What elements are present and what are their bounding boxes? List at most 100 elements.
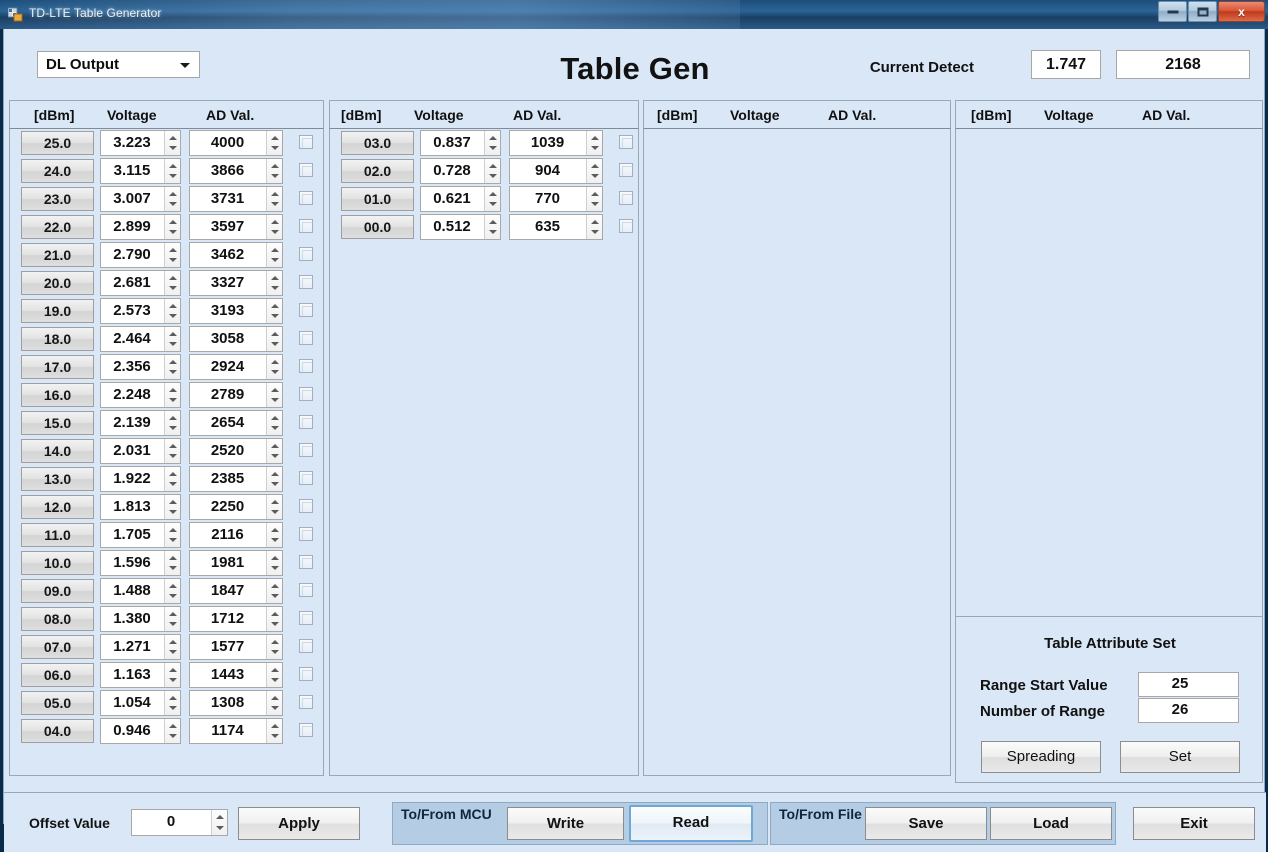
ad-value-spin-buttons[interactable]: [266, 663, 282, 687]
ad-value-spin-buttons[interactable]: [266, 495, 282, 519]
voltage-value[interactable]: 0.512: [421, 215, 483, 239]
write-button[interactable]: Write: [507, 807, 624, 840]
voltage-spin-buttons[interactable]: [484, 215, 500, 239]
row-checkbox[interactable]: [299, 219, 313, 233]
voltage-spin-buttons[interactable]: [484, 187, 500, 211]
ad-value-spin-buttons[interactable]: [266, 579, 282, 603]
spin-down-icon[interactable]: [489, 174, 497, 178]
offset-spin-buttons[interactable]: [211, 810, 227, 835]
voltage-spin-buttons[interactable]: [164, 579, 180, 603]
dbm-button[interactable]: 18.0: [21, 327, 94, 351]
dbm-button[interactable]: 07.0: [21, 635, 94, 659]
voltage-value[interactable]: 2.248: [101, 383, 163, 407]
spin-down-icon[interactable]: [271, 594, 279, 598]
voltage-stepper[interactable]: 1.705: [100, 522, 181, 548]
spin-up-icon[interactable]: [271, 556, 279, 560]
spin-down-icon[interactable]: [271, 230, 279, 234]
spin-down-icon[interactable]: [169, 146, 177, 150]
dbm-button[interactable]: 20.0: [21, 271, 94, 295]
spin-down-icon[interactable]: [271, 146, 279, 150]
voltage-spin-buttons[interactable]: [164, 187, 180, 211]
ad-value-stepper[interactable]: 2789: [189, 382, 283, 408]
ad-value-spin-buttons[interactable]: [266, 243, 282, 267]
row-checkbox[interactable]: [299, 667, 313, 681]
row-checkbox[interactable]: [299, 303, 313, 317]
spin-down-icon[interactable]: [271, 482, 279, 486]
ad-value-value[interactable]: 1577: [190, 635, 265, 659]
ad-value-value[interactable]: 635: [510, 215, 585, 239]
dbm-button[interactable]: 21.0: [21, 243, 94, 267]
spin-down-icon[interactable]: [169, 678, 177, 682]
voltage-stepper[interactable]: 2.899: [100, 214, 181, 240]
voltage-spin-buttons[interactable]: [164, 299, 180, 323]
dbm-button[interactable]: 11.0: [21, 523, 94, 547]
spin-down-icon[interactable]: [169, 342, 177, 346]
spin-down-icon[interactable]: [271, 734, 279, 738]
voltage-value[interactable]: 1.380: [101, 607, 163, 631]
spin-down-icon[interactable]: [271, 174, 279, 178]
voltage-stepper[interactable]: 3.223: [100, 130, 181, 156]
spin-up-icon[interactable]: [169, 444, 177, 448]
voltage-stepper[interactable]: 1.054: [100, 690, 181, 716]
ad-value-spin-buttons[interactable]: [266, 635, 282, 659]
dbm-button[interactable]: 00.0: [341, 215, 414, 239]
voltage-stepper[interactable]: 0.837: [420, 130, 501, 156]
voltage-stepper[interactable]: 3.115: [100, 158, 181, 184]
voltage-value[interactable]: 2.356: [101, 355, 163, 379]
dbm-button[interactable]: 12.0: [21, 495, 94, 519]
voltage-spin-buttons[interactable]: [164, 635, 180, 659]
ad-value-value[interactable]: 2654: [190, 411, 265, 435]
ad-value-spin-buttons[interactable]: [266, 187, 282, 211]
row-checkbox[interactable]: [299, 387, 313, 401]
offset-value-field[interactable]: 0: [132, 810, 210, 835]
ad-value-stepper[interactable]: 3058: [189, 326, 283, 352]
spin-up-icon[interactable]: [169, 416, 177, 420]
voltage-stepper[interactable]: 0.512: [420, 214, 501, 240]
ad-value-stepper[interactable]: 1712: [189, 606, 283, 632]
voltage-spin-buttons[interactable]: [164, 131, 180, 155]
row-checkbox[interactable]: [299, 415, 313, 429]
ad-value-value[interactable]: 3731: [190, 187, 265, 211]
ad-value-stepper[interactable]: 2250: [189, 494, 283, 520]
spin-down-icon[interactable]: [271, 678, 279, 682]
ad-value-spin-buttons[interactable]: [266, 411, 282, 435]
spin-down-icon[interactable]: [169, 538, 177, 542]
ad-value-value[interactable]: 2250: [190, 495, 265, 519]
spin-up-icon[interactable]: [169, 304, 177, 308]
ad-value-stepper[interactable]: 3866: [189, 158, 283, 184]
voltage-stepper[interactable]: 0.621: [420, 186, 501, 212]
row-checkbox[interactable]: [299, 135, 313, 149]
spin-down-icon[interactable]: [489, 230, 497, 234]
row-checkbox[interactable]: [619, 191, 633, 205]
spin-up-icon[interactable]: [271, 472, 279, 476]
row-checkbox[interactable]: [299, 527, 313, 541]
voltage-stepper[interactable]: 3.007: [100, 186, 181, 212]
maximize-button[interactable]: [1188, 1, 1217, 22]
ad-value-spin-buttons[interactable]: [266, 607, 282, 631]
dbm-button[interactable]: 10.0: [21, 551, 94, 575]
spin-up-icon[interactable]: [169, 640, 177, 644]
spin-up-icon[interactable]: [489, 220, 497, 224]
row-checkbox[interactable]: [299, 499, 313, 513]
spin-up-icon[interactable]: [169, 500, 177, 504]
spin-up-icon[interactable]: [271, 220, 279, 224]
spin-up-icon[interactable]: [591, 220, 599, 224]
spin-up-icon[interactable]: [271, 388, 279, 392]
spin-down-icon[interactable]: [271, 510, 279, 514]
voltage-stepper[interactable]: 2.790: [100, 242, 181, 268]
spin-up-icon[interactable]: [271, 612, 279, 616]
spin-down-icon[interactable]: [271, 650, 279, 654]
ad-value-spin-buttons[interactable]: [586, 215, 602, 239]
voltage-value[interactable]: 2.031: [101, 439, 163, 463]
row-checkbox[interactable]: [299, 695, 313, 709]
ad-value-stepper[interactable]: 2520: [189, 438, 283, 464]
voltage-spin-buttons[interactable]: [164, 271, 180, 295]
row-checkbox[interactable]: [299, 331, 313, 345]
spin-down-icon[interactable]: [489, 202, 497, 206]
spin-up-icon[interactable]: [271, 276, 279, 280]
voltage-spin-buttons[interactable]: [164, 467, 180, 491]
spin-up-icon[interactable]: [169, 472, 177, 476]
spin-up-icon[interactable]: [169, 136, 177, 140]
voltage-stepper[interactable]: 1.596: [100, 550, 181, 576]
spin-up-icon[interactable]: [591, 192, 599, 196]
